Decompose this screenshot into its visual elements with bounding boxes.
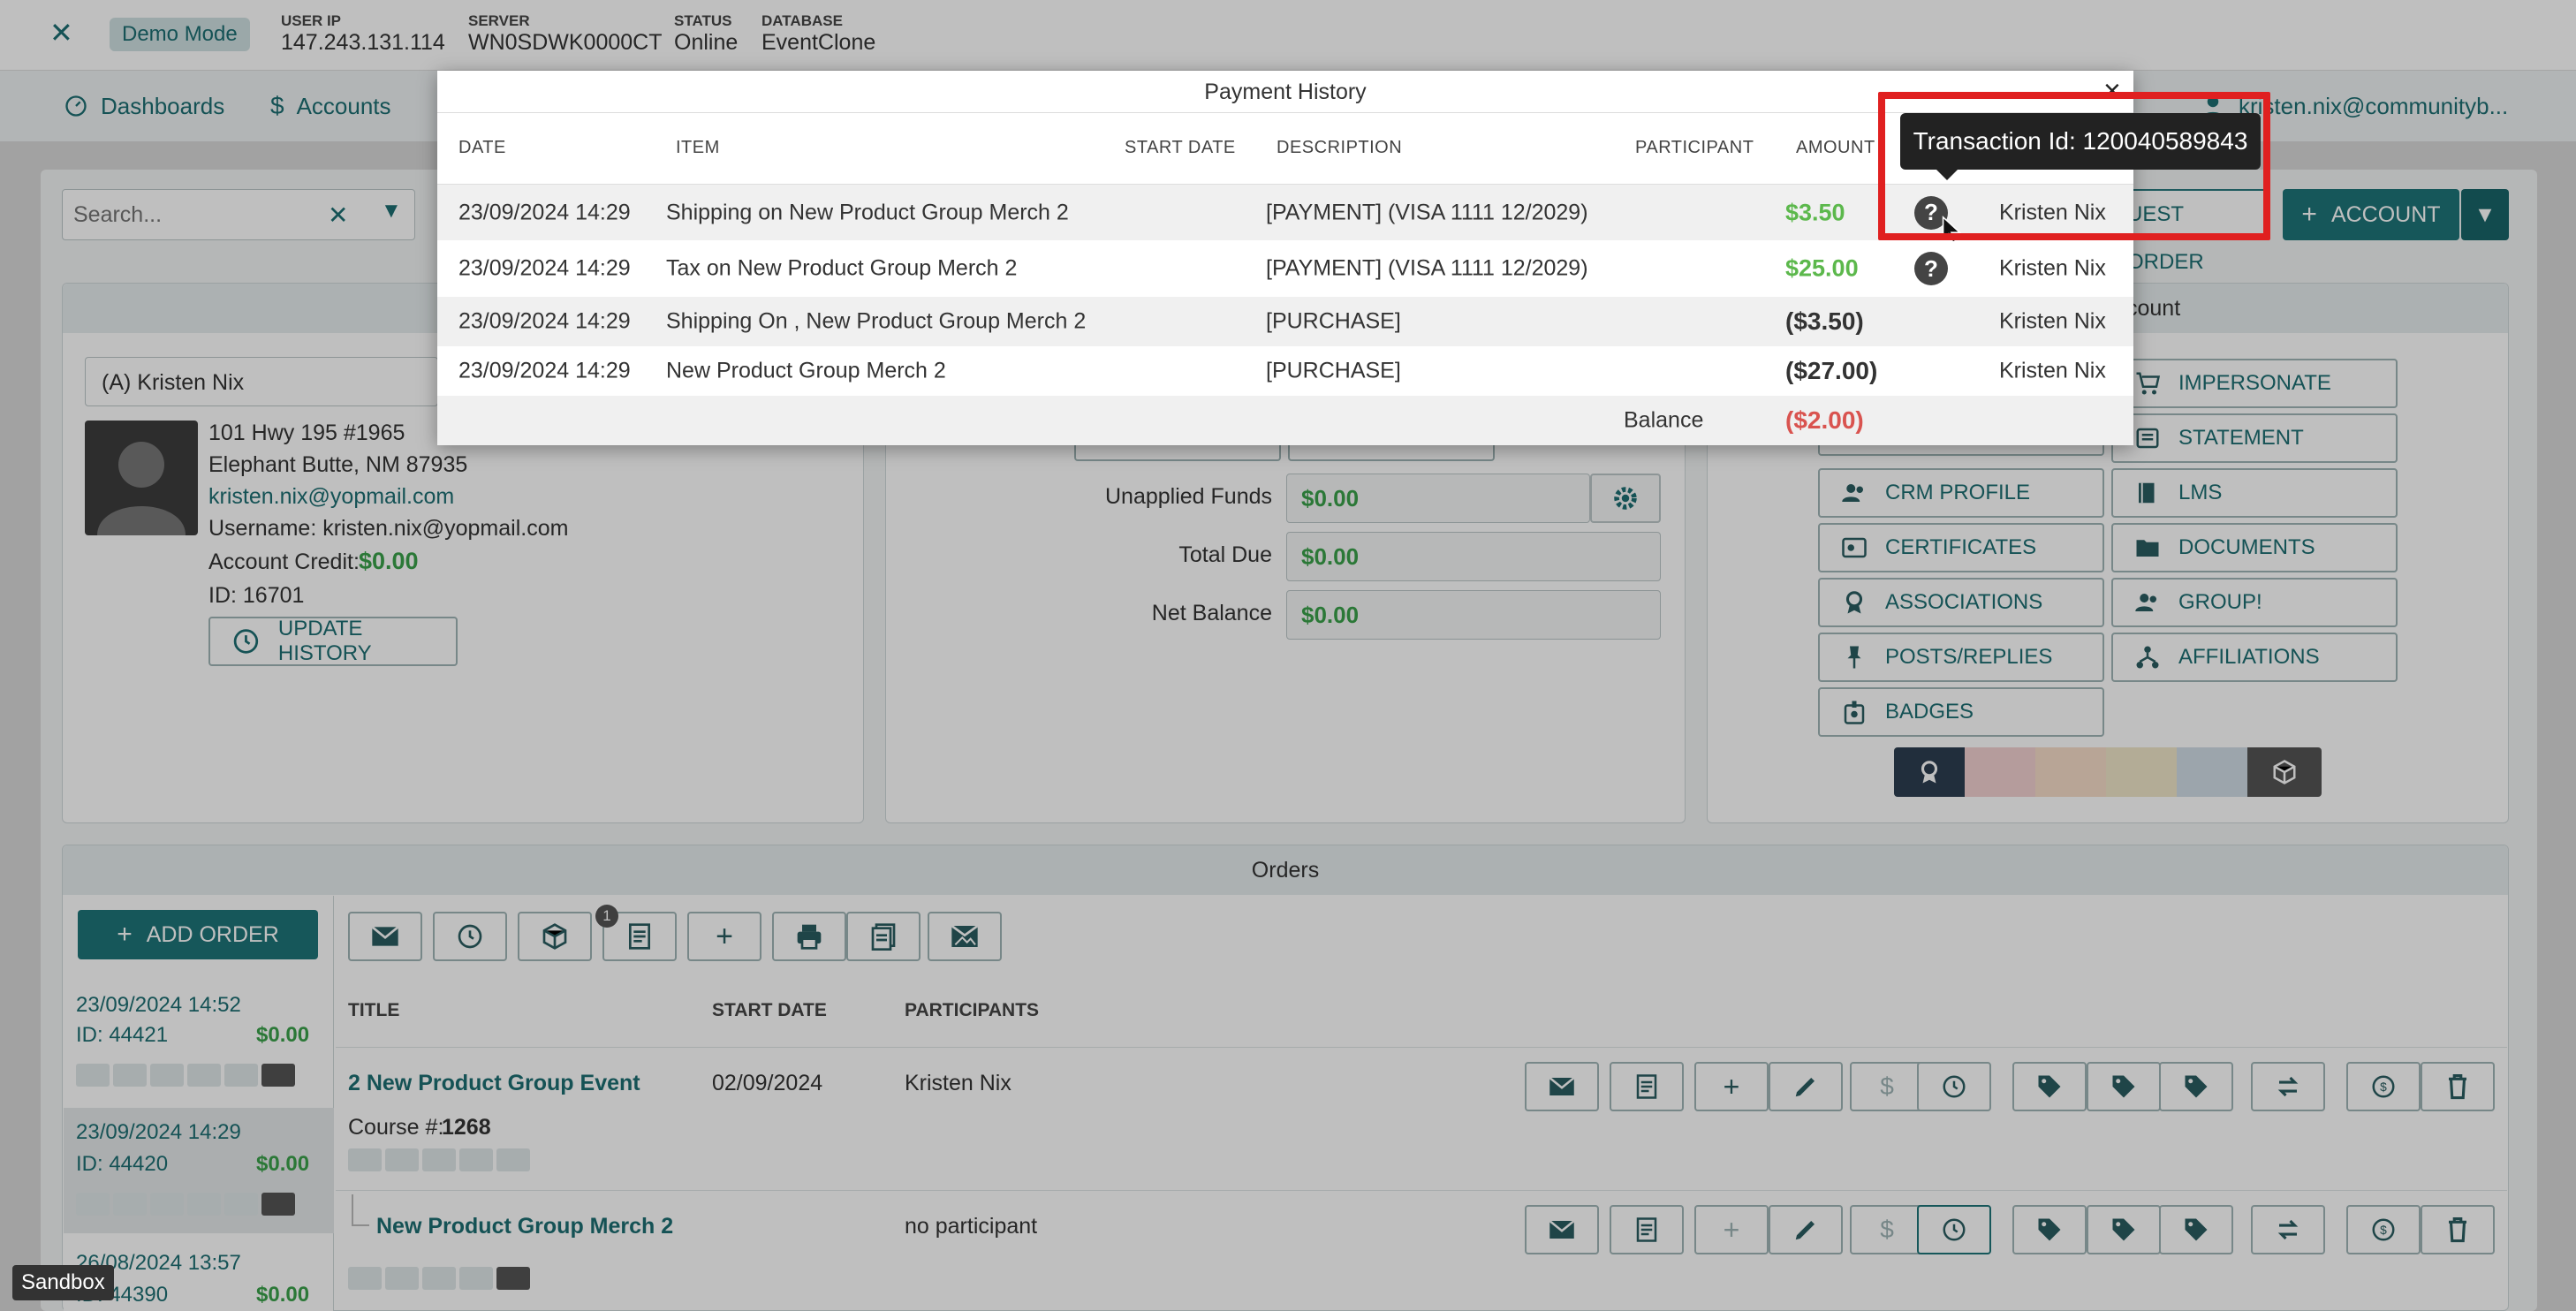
payment-item: Shipping On , New Product Group Merch 2 xyxy=(666,308,1087,334)
payment-amount: ($3.50) xyxy=(1785,307,1864,335)
sandbox-label: Sandbox xyxy=(12,1265,114,1300)
balance-row: Balance ($2.00) xyxy=(437,396,2133,445)
payment-description: [PURCHASE] xyxy=(1266,358,1401,383)
payment-row: 23/09/2024 14:29 Tax on New Product Grou… xyxy=(437,240,2133,297)
col-item: ITEM xyxy=(676,138,720,157)
payment-item: Tax on New Product Group Merch 2 xyxy=(666,255,1018,281)
payment-item: New Product Group Merch 2 xyxy=(666,358,946,383)
payment-date: 23/09/2024 14:29 xyxy=(458,358,631,383)
payment-item: Shipping on New Product Group Merch 2 xyxy=(666,200,1069,224)
payment-amount: ($27.00) xyxy=(1785,357,1878,384)
payment-amount: $25.00 xyxy=(1785,254,1859,282)
highlight-box xyxy=(1878,92,2270,240)
payment-description: [PAYMENT] (VISA 1111 12/2029) xyxy=(1266,255,1588,281)
payment-participant: Kristen Nix xyxy=(1999,255,2106,281)
payment-row: 23/09/2024 14:29 Shipping On , New Produ… xyxy=(437,297,2133,346)
balance-label: Balance xyxy=(1624,407,1704,433)
payment-date: 23/09/2024 14:29 xyxy=(458,308,631,334)
col-date: DATE xyxy=(458,138,506,157)
balance-value: ($2.00) xyxy=(1785,406,1864,434)
col-description: DESCRIPTION xyxy=(1277,138,1403,157)
payment-date: 23/09/2024 14:29 xyxy=(458,200,631,224)
col-amount: AMOUNT xyxy=(1796,138,1875,157)
payment-date: 23/09/2024 14:29 xyxy=(458,255,631,281)
payment-row: 23/09/2024 14:29 New Product Group Merch… xyxy=(437,346,2133,396)
payment-description: [PAYMENT] (VISA 1111 12/2029) xyxy=(1266,200,1588,224)
payment-participant: Kristen Nix xyxy=(1999,358,2106,383)
col-start-date: START DATE xyxy=(1125,138,1236,157)
col-participant: PARTICIPANT xyxy=(1635,138,1754,157)
payment-description: [PURCHASE] xyxy=(1266,308,1401,334)
payment-amount: $3.50 xyxy=(1785,199,1845,225)
payment-participant: Kristen Nix xyxy=(1999,308,2106,334)
